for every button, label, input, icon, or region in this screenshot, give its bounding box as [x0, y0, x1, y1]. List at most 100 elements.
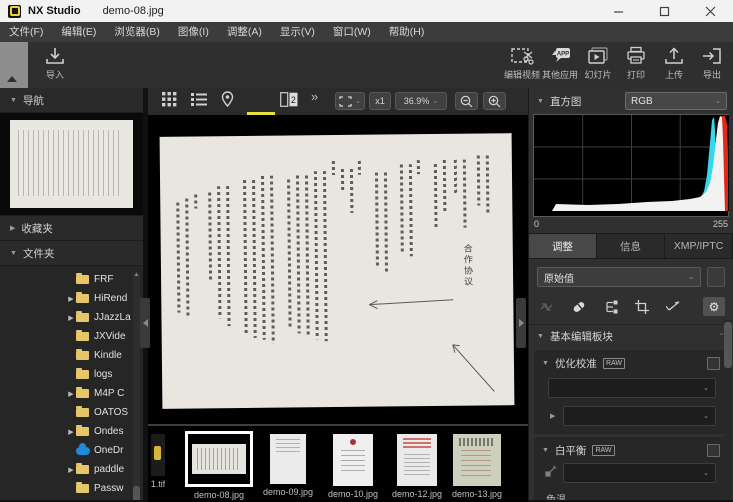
expand-triangle-icon[interactable]: ▶	[66, 314, 76, 322]
toolbar-action-label: 幻灯片	[584, 68, 611, 81]
menu-item[interactable]: 窗口(W)	[324, 22, 380, 42]
zoom-in-button[interactable]	[483, 92, 506, 110]
picture-control-sub-dropdown[interactable]: ⌄	[563, 406, 716, 426]
menu-item[interactable]: 文件(F)	[0, 22, 52, 42]
collapse-triangle-icon: ▼	[537, 98, 544, 105]
folder-name: HiRend	[94, 293, 127, 304]
folder-item[interactable]: ▶Kindle	[0, 346, 143, 365]
navigation-section-header[interactable]: ▼ 导航	[0, 88, 143, 113]
zoom-percent-dropdown[interactable]: 36.9% ⌄	[395, 92, 447, 110]
filmstrip-item[interactable]: 1.tif	[148, 428, 168, 489]
white-balance-checkbox[interactable]	[707, 444, 720, 457]
tab-xmp-iptc[interactable]: XMP/IPTC	[665, 234, 733, 258]
print-icon	[624, 46, 648, 66]
import-label: 导入	[46, 68, 64, 81]
filmstrip-item[interactable]: demo-10.jpg	[331, 428, 375, 499]
image-canvas[interactable]: 合作协议	[148, 115, 528, 424]
zoom-out-button[interactable]	[455, 92, 478, 110]
zoom-1to1-button[interactable]: x1	[369, 92, 391, 110]
filmstrip-filename: demo-09.jpg	[263, 487, 313, 497]
expand-triangle-icon[interactable]: ▶	[66, 466, 76, 474]
picture-control-dropdown[interactable]: ⌄	[548, 378, 716, 398]
filmstrip-item[interactable]: demo-13.jpg	[451, 428, 503, 499]
menu-item[interactable]: 浏览器(B)	[105, 22, 169, 42]
folders-label: 文件夹	[23, 246, 55, 261]
basic-editing-label: 基本编辑板块	[550, 329, 613, 344]
grid-view-icon[interactable]	[162, 92, 177, 112]
filmstrip-item[interactable]: demo-12.jpg	[395, 428, 439, 499]
main-toolbar: 导入 编辑视频APP其他应用幻灯片打印上传导出	[0, 42, 733, 88]
collapse-left-panel-handle[interactable]	[140, 298, 150, 348]
histogram-channel-select[interactable]: RGB ⌄	[625, 92, 727, 110]
menu-item[interactable]: 调整(A)	[218, 22, 271, 42]
compare-view-icon[interactable]: 2	[280, 92, 298, 112]
menu-item[interactable]: 帮助(H)	[380, 22, 434, 42]
basic-editing-section-header[interactable]: ▼ 基本编辑板块 ⌃	[529, 325, 733, 347]
expand-triangle-icon[interactable]: ▶	[66, 428, 76, 436]
expand-triangle-icon[interactable]: ▶	[550, 412, 555, 420]
copy-adjustments-icon[interactable]	[539, 300, 554, 314]
more-tools-chevrons[interactable]: »	[311, 89, 318, 104]
folder-item[interactable]: ▶FRF	[0, 270, 143, 289]
collapse-right-panel-handle[interactable]	[516, 298, 526, 348]
print-button[interactable]: 打印	[617, 46, 655, 81]
folder-item[interactable]: ▶ HiRend	[0, 289, 143, 308]
map-view-icon[interactable]	[220, 91, 235, 113]
retouch-brush-icon[interactable]	[571, 300, 587, 314]
menu-item[interactable]: 图像(I)	[169, 22, 218, 42]
other-apps-button[interactable]: APP其他应用	[541, 46, 579, 81]
filmstrip-item-selected[interactable]: demo-08.jpg	[184, 428, 254, 500]
close-button[interactable]	[687, 0, 733, 22]
navigator-preview[interactable]	[0, 113, 143, 216]
folders-section-header[interactable]: ▼ 文件夹	[0, 241, 143, 266]
picture-control-header[interactable]: ▼ 优化校准 RAW	[534, 352, 728, 374]
import-button[interactable]: 导入	[32, 46, 78, 81]
folder-item[interactable]: ▶OATOS	[0, 403, 143, 422]
tab-info[interactable]: 信息	[597, 234, 665, 258]
right-panel-scrollbar[interactable]	[724, 320, 732, 500]
folder-item[interactable]: ▶JJazzLa	[0, 308, 143, 327]
folder-icon	[76, 370, 89, 379]
straighten-icon[interactable]	[666, 300, 681, 313]
adjustment-preset-dropdown[interactable]: 原始值 ⌄	[537, 267, 701, 287]
filmstrip-filename: demo-13.jpg	[452, 489, 502, 499]
gray-point-eyedropper-icon[interactable]	[544, 465, 557, 481]
crop-icon[interactable]	[635, 300, 649, 314]
folder-item[interactable]: ▶logs	[0, 365, 143, 384]
expand-triangle-icon[interactable]: ▶	[66, 390, 76, 398]
triangle-left-icon	[143, 319, 148, 327]
folder-scrollbar-thumb[interactable]	[133, 486, 140, 500]
color-control-points-icon[interactable]	[604, 300, 618, 314]
favorites-section-header[interactable]: ▶ 收藏夹	[0, 216, 143, 241]
white-balance-header[interactable]: ▼ 白平衡 RAW	[534, 439, 728, 461]
export-button[interactable]: 导出	[693, 46, 731, 81]
folder-item[interactable]: ▶M4P C	[0, 384, 143, 403]
filmstrip-item[interactable]: demo-09.jpg	[268, 428, 308, 497]
minimize-button[interactable]	[595, 0, 641, 22]
folder-item[interactable]: ▶paddle	[0, 460, 143, 479]
slideshow-button[interactable]: 幻灯片	[579, 46, 617, 81]
right-panel-scrollbar-thumb[interactable]	[724, 322, 732, 368]
folder-scrollbar[interactable]: ▲	[133, 272, 140, 498]
maximize-button[interactable]	[641, 0, 687, 22]
folder-item[interactable]: ▶OneDr	[0, 441, 143, 460]
edit-video-button[interactable]: 编辑视频	[503, 46, 541, 81]
save-preset-button[interactable]	[707, 267, 725, 287]
thumbnail-image	[397, 434, 437, 486]
fit-to-screen-button[interactable]: ⌄	[335, 92, 365, 110]
folder-item[interactable]: ▶JXVide	[0, 327, 143, 346]
histogram-header[interactable]: ▼ 直方图 RGB ⌄	[529, 88, 733, 114]
folder-item[interactable]: ▶Passw	[0, 479, 143, 498]
menu-item[interactable]: 显示(V)	[271, 22, 324, 42]
tool-settings-button[interactable]: ⚙	[703, 297, 725, 316]
picture-control-checkbox[interactable]	[707, 357, 720, 370]
toolbar-collapse-strip[interactable]	[0, 42, 28, 88]
white-balance-label: 白平衡	[555, 443, 587, 458]
folder-item[interactable]: ▶Ondes	[0, 422, 143, 441]
upload-button[interactable]: 上传	[655, 46, 693, 81]
list-view-icon[interactable]	[191, 92, 207, 112]
menu-item[interactable]: 编辑(E)	[52, 22, 105, 42]
tab-adjustments[interactable]: 调整	[529, 234, 597, 258]
expand-triangle-icon[interactable]: ▶	[66, 295, 76, 303]
white-balance-dropdown[interactable]: ⌄	[563, 463, 716, 483]
